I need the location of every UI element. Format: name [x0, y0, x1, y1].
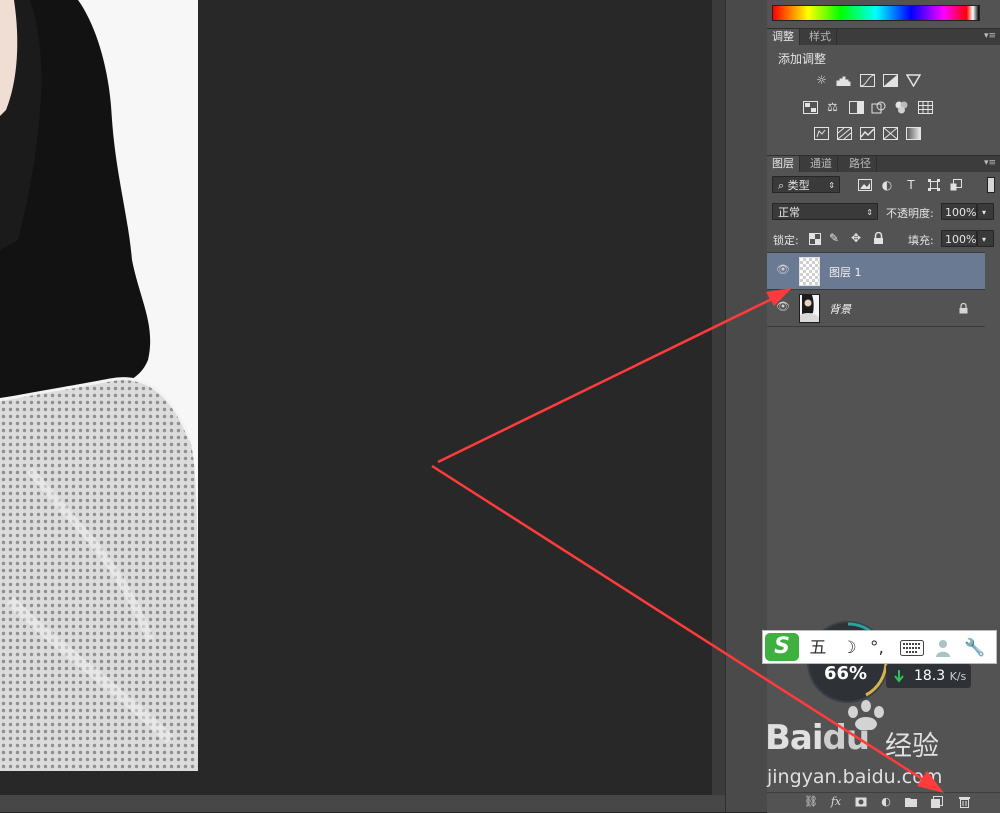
- fill-dropdown-button[interactable]: ▾: [977, 230, 994, 247]
- adjustments-panel: 调整 样式 ▾≡ 添加调整 ☼ ⚖: [767, 28, 1000, 152]
- opacity-label: 不透明度:: [886, 207, 934, 220]
- new-group-icon[interactable]: [904, 795, 918, 809]
- delete-layer-icon[interactable]: [957, 795, 971, 809]
- blend-mode-label: 正常: [778, 206, 800, 219]
- vibrance-icon[interactable]: [905, 74, 922, 88]
- speed-unit: K/s: [949, 670, 967, 683]
- baidu-jingyan-watermark: Baidu 经验 jingyan.baidu.com: [765, 700, 1000, 795]
- download-speed: 18.3 K/s: [914, 668, 966, 684]
- fill-input[interactable]: 100%: [941, 230, 977, 247]
- wrench-icon[interactable]: 🔧: [963, 636, 987, 660]
- layer-lock-icon: [959, 302, 968, 314]
- opacity-dropdown-button[interactable]: ▾: [977, 203, 994, 220]
- moon-icon[interactable]: ☽: [839, 636, 859, 660]
- adjustments-tabbar: 调整 样式 ▾≡: [767, 28, 1000, 45]
- channel-mixer-icon[interactable]: [894, 101, 909, 114]
- layers-tabbar: 图层 通道 路径 ▾≡: [767, 155, 1000, 172]
- tab-styles[interactable]: 样式: [804, 29, 837, 45]
- panel-menu-icon[interactable]: ▾≡: [984, 158, 996, 168]
- shape-filter-icon[interactable]: [926, 177, 942, 193]
- new-layer-icon[interactable]: [930, 795, 944, 809]
- layer-filter-select[interactable]: ⌕ 类型 ⇕: [772, 176, 840, 193]
- blend-mode-select[interactable]: 正常 ⇕: [772, 203, 878, 220]
- jingyan-text: 经验: [885, 731, 939, 762]
- brightness-icon[interactable]: ☼: [814, 74, 829, 87]
- tab-adjustments[interactable]: 调整: [767, 29, 800, 45]
- tab-channels[interactable]: 通道: [805, 156, 838, 172]
- black-white-icon[interactable]: [849, 101, 864, 114]
- layer-filter-icons: ◐ T: [857, 177, 982, 193]
- new-adjustment-icon[interactable]: ◐: [879, 795, 893, 809]
- selective-color-icon[interactable]: [883, 127, 898, 140]
- hue-saturation-icon[interactable]: [803, 101, 818, 114]
- panel-dock-strip: [725, 0, 769, 812]
- layer-row-layer-1[interactable]: 👁 图层 1: [767, 253, 985, 290]
- lock-all-icon[interactable]: [873, 231, 884, 244]
- canvas-scrollbar[interactable]: [712, 0, 725, 795]
- link-layers-icon[interactable]: ⛓: [804, 795, 818, 809]
- color-lookup-icon[interactable]: [918, 101, 933, 114]
- filter-kind-label: 类型: [787, 179, 810, 192]
- chevron-updown-icon: ⇕: [866, 208, 873, 217]
- watermark-url: jingyan.baidu.com: [767, 766, 943, 788]
- layer-name[interactable]: 背景: [829, 301, 851, 317]
- visibility-eye-icon[interactable]: 👁: [776, 301, 790, 312]
- exposure-icon[interactable]: [883, 74, 898, 87]
- layer-thumbnail: [799, 257, 820, 286]
- filter-toggle-switch[interactable]: [987, 177, 995, 193]
- panel-menu-icon[interactable]: ▾≡: [984, 31, 996, 41]
- tab-layers[interactable]: 图层: [767, 156, 800, 172]
- ime-toolbar[interactable]: S 五 ☽ °, 🔧: [762, 630, 997, 664]
- sogou-logo[interactable]: S: [765, 633, 799, 661]
- layer-name[interactable]: 图层 1: [829, 264, 862, 280]
- adjustment-filter-icon[interactable]: ◐: [879, 177, 895, 193]
- curves-icon[interactable]: [860, 74, 875, 87]
- portrait-photo: [0, 0, 198, 771]
- threshold-icon[interactable]: [860, 127, 875, 140]
- layer-thumbnail: [799, 294, 820, 323]
- baidu-brand-b: du: [822, 718, 871, 758]
- lock-transparent-icon[interactable]: [809, 233, 821, 245]
- fx-icon[interactable]: fx: [829, 795, 843, 809]
- status-bar: [0, 795, 725, 812]
- layer-row-background[interactable]: 👁 背景: [767, 290, 985, 327]
- cpu-percent: 66%: [824, 663, 868, 684]
- user-icon[interactable]: [933, 636, 953, 660]
- add-mask-icon[interactable]: [854, 795, 868, 809]
- layers-bottom-bar: ⛓ fx ◐: [767, 792, 1000, 813]
- add-adjustment-label: 添加调整: [778, 52, 827, 66]
- keyboard-icon[interactable]: [899, 636, 925, 660]
- opacity-input[interactable]: 100%: [941, 203, 977, 220]
- visibility-eye-icon[interactable]: 👁: [776, 264, 790, 275]
- chevron-updown-icon: ⇕: [828, 181, 835, 190]
- color-ramp[interactable]: [772, 5, 980, 21]
- lock-move-icon[interactable]: ✥: [851, 231, 861, 245]
- lock-label: 锁定:: [773, 234, 799, 247]
- photo-filter-icon[interactable]: [871, 101, 886, 114]
- lock-brush-icon[interactable]: ✎: [829, 231, 839, 245]
- color-panel: [767, 0, 1000, 28]
- speed-value: 18.3: [914, 668, 946, 684]
- tab-paths[interactable]: 路径: [844, 156, 877, 172]
- smart-object-filter-icon[interactable]: [948, 177, 964, 193]
- punctuation-icon[interactable]: °,: [867, 636, 887, 660]
- type-filter-icon[interactable]: T: [903, 177, 919, 193]
- input-mode-button[interactable]: 五: [807, 636, 829, 660]
- fill-label: 填充:: [908, 234, 934, 247]
- posterize-icon[interactable]: [837, 127, 852, 140]
- gradient-map-icon[interactable]: [906, 127, 921, 140]
- baidu-logo-text: Baidu: [765, 718, 871, 758]
- baidu-brand-a: Bai: [765, 718, 824, 758]
- color-balance-icon[interactable]: ⚖: [825, 101, 840, 114]
- levels-icon[interactable]: [836, 74, 851, 87]
- pixel-filter-icon[interactable]: [857, 177, 873, 193]
- search-icon: ⌕: [778, 179, 785, 192]
- invert-icon[interactable]: [814, 127, 829, 140]
